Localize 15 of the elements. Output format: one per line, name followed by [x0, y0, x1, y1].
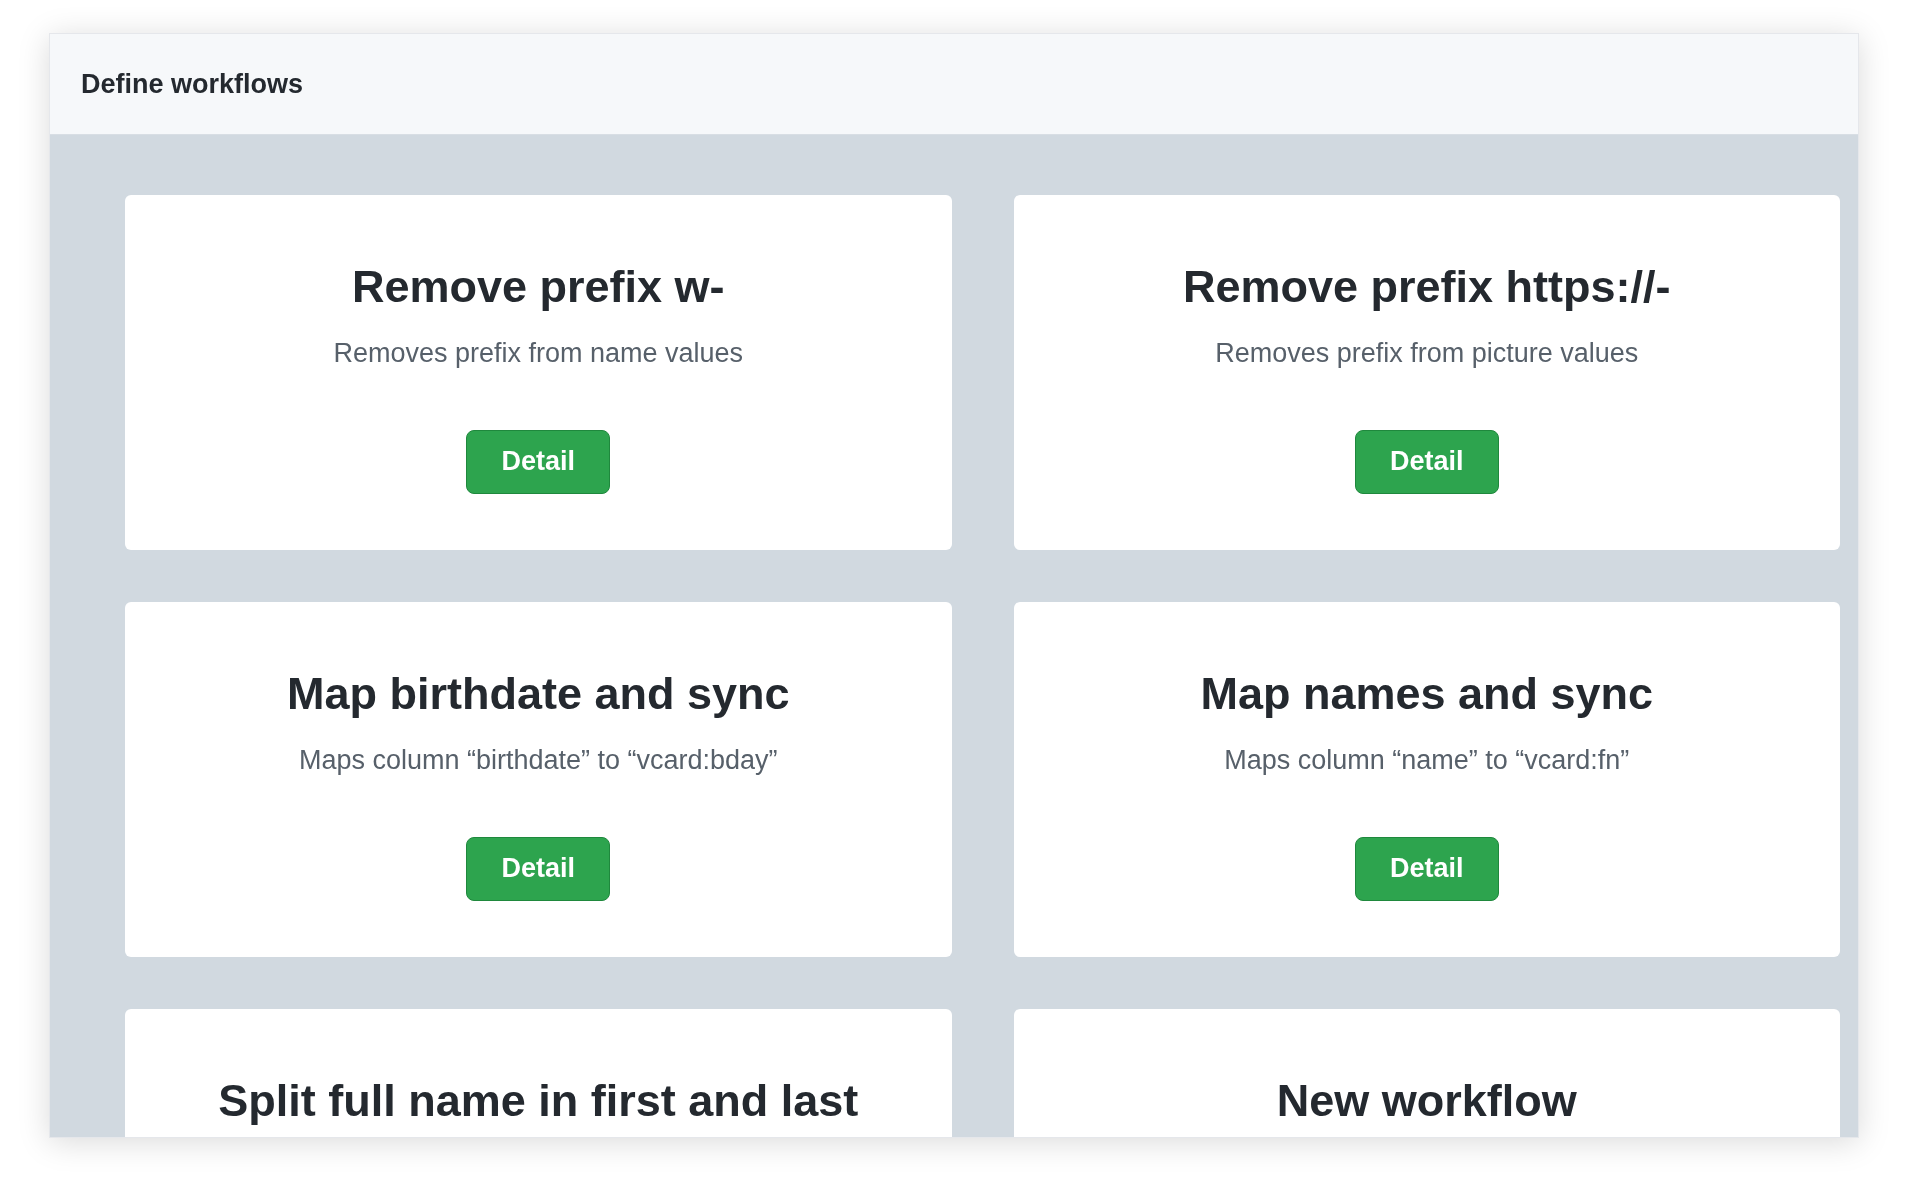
card-title: Remove prefix https://- [1182, 261, 1671, 313]
detail-button[interactable]: Detail [1354, 429, 1499, 494]
card-description: Maps column “birthdate” to “vcard:bday” [298, 744, 778, 777]
card-title: New workflow [1276, 1075, 1577, 1127]
card-description: Removes prefix from picture values [1215, 337, 1639, 370]
detail-button[interactable]: Detail [466, 836, 611, 901]
page-title: Define workflows [81, 67, 304, 101]
card-title: Split full name in first and last [218, 1075, 859, 1127]
card-title: Remove prefix w- [351, 261, 725, 313]
card-title: Map names and sync [1200, 668, 1654, 720]
card-description: Removes prefix from name values [333, 337, 744, 370]
detail-button[interactable]: Detail [466, 429, 611, 494]
detail-button[interactable]: Detail [1354, 836, 1499, 901]
card-title: Map birthdate and sync [286, 668, 790, 720]
card-description: Maps column “name” to “vcard:fn” [1224, 744, 1630, 777]
